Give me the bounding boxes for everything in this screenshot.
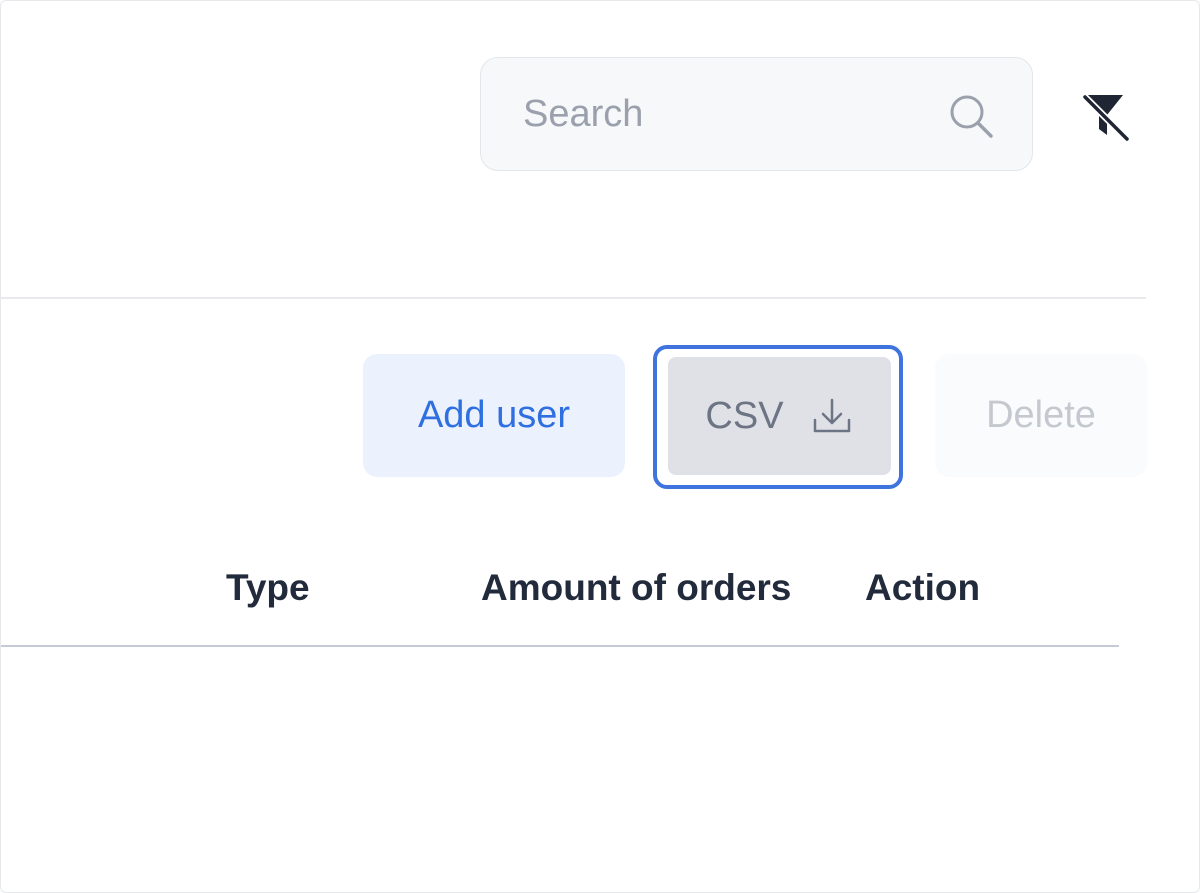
search-input[interactable] (523, 92, 923, 136)
search-box[interactable] (480, 57, 1033, 171)
section-divider (1, 297, 1146, 299)
search-icon[interactable] (947, 92, 995, 140)
delete-label: Delete (986, 394, 1096, 436)
add-user-label: Add user (417, 394, 571, 436)
table-header-divider (1, 645, 1119, 647)
download-icon (813, 398, 850, 433)
filter-off-icon[interactable] (1079, 91, 1131, 143)
csv-export-button[interactable]: CSV (668, 357, 891, 475)
column-header-action[interactable]: Action (865, 567, 980, 609)
column-header-amount-of-orders[interactable]: Amount of orders (481, 567, 791, 609)
add-user-button[interactable]: Add user (363, 354, 625, 477)
panel: Add user CSV Delete Type Amount of order… (0, 0, 1200, 893)
delete-button[interactable]: Delete (935, 354, 1147, 477)
csv-label: CSV (705, 394, 784, 437)
column-header-type[interactable]: Type (226, 567, 310, 609)
